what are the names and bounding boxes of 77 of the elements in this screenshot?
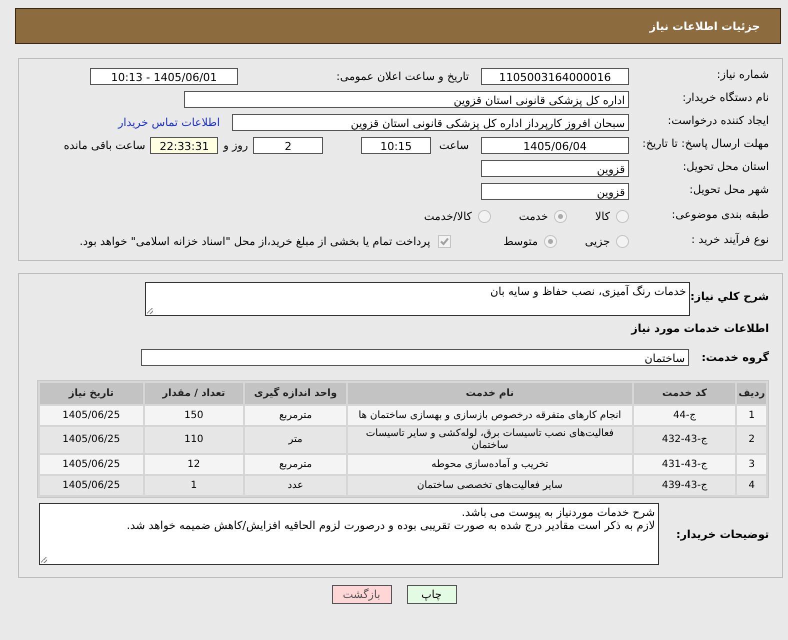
field-label: ایجاد کننده درخواست: (666, 113, 769, 127)
table-cell: 1405/06/25 (40, 455, 142, 474)
radio-button[interactable] (554, 210, 568, 223)
field-label: طبقه بندی موضوعی: (670, 207, 769, 221)
table-cell: 1405/06/25 (40, 476, 142, 495)
field-label: استان محل تحویل: (682, 159, 769, 173)
note-line: لازم به ذکر است مقادیر درج شده به صورت تقریبی بوده و درصورت لزوم الحاقیه افزایش/کاهش ضمیمه خواهد شد. (126, 519, 655, 532)
page-title: جزئیات اطلاعات نیاز (650, 20, 760, 32)
field-label: گروه خدمت: (700, 351, 769, 364)
table-cell: ج-44 (634, 406, 736, 425)
table-cell: تخریب و آماده‌سازی محوطه (348, 455, 632, 474)
table-cell: سایر فعالیت‌های تخصصی ساختمان (348, 476, 632, 495)
table-cell: مترمربع (245, 455, 346, 474)
option-label: کالا (595, 210, 610, 223)
city-field[interactable]: قزوین (481, 183, 629, 200)
option-label: خدمت (518, 210, 548, 223)
table-cell: مترمربع (245, 406, 346, 425)
field-label: توضیحات خریدار: (676, 528, 769, 540)
table-cell: ج-43-432 (634, 427, 736, 453)
province-field[interactable]: قزوین (481, 160, 629, 177)
table-cell: عدد (245, 476, 346, 495)
payment-note: پرداخت تمام یا بخشی از مبلغ خرید،از محل "اسناد خزانه اسلامی" خواهد بود. (80, 235, 430, 248)
option-label: کالا/خدمت (424, 210, 472, 223)
deadline-time-field[interactable]: 10:15 (361, 137, 432, 154)
time-label: ساعت (439, 139, 469, 152)
field-label: شرح کلي نياز: (690, 290, 769, 303)
days-label: روز و (223, 139, 248, 152)
radio-button[interactable] (616, 235, 629, 248)
contact-link[interactable]: اطلاعات تماس خریدار (118, 116, 220, 129)
table-cell: انجام کارهای متفرقه درخصوص بازسازی و بهسازی ساختمان ها (348, 406, 632, 425)
table-cell: 3 (737, 455, 766, 474)
table-cell: ج-43-431 (634, 455, 736, 474)
radio-button[interactable] (478, 210, 491, 223)
column-header: کد خدمت (634, 383, 736, 404)
field-label: شماره نیاز: (716, 67, 769, 81)
radio-button[interactable] (616, 210, 629, 223)
table-cell: 1 (737, 406, 766, 425)
column-header: ردیف (737, 383, 766, 404)
remaining-time-field[interactable]: 22:33:31 (150, 137, 218, 154)
column-header: تعداد / مقدار (144, 383, 244, 404)
remaining-label: ساعت باقی مانده (64, 139, 146, 152)
field-label: مهلت ارسال پاسخ: تا تاریخ: (641, 136, 769, 150)
column-header: تاریخ نیاز (40, 383, 142, 404)
print-button[interactable]: چاپ (406, 585, 456, 604)
description-box[interactable]: خدمات رنگ آمیزی، نصب حفاظ و سایه بان (145, 282, 690, 316)
field-label: نام دستگاه خریدار: (681, 90, 769, 104)
radio-button[interactable] (544, 235, 557, 248)
table-cell: متر (245, 427, 346, 453)
table-cell: 150 (144, 406, 244, 425)
column-header: واحد اندازه گیری (245, 383, 346, 404)
table-cell: 110 (144, 427, 244, 453)
field-label: شهر محل تحویل: (688, 182, 769, 196)
need-number-field[interactable]: 1105003164000016 (481, 68, 629, 85)
note-line: شرح خدمات موردنیاز به پیوست می باشد. (460, 506, 655, 519)
table-cell: 12 (144, 455, 244, 474)
option-label: جزیی (584, 235, 610, 248)
checkbox[interactable] (438, 235, 452, 248)
requester-field[interactable]: سبحان افروز کارپرداز اداره کل پزشکی قانونی استان قزوین (232, 114, 629, 131)
buyer-org-field[interactable]: اداره کل پزشکی قانونی استان قزوین (184, 91, 629, 108)
field-label: تاریخ و ساعت اعلان عمومی: (335, 70, 469, 83)
table-cell: فعالیت‌های نصب تاسیسات برق، لوله‌کشی و سایر تاسیسات ساختمان (348, 427, 632, 453)
back-button[interactable]: بازگشت (332, 585, 392, 604)
table-cell: ج-43-439 (634, 476, 736, 495)
table-cell: 1405/06/25 (40, 406, 142, 425)
deadline-date-field[interactable]: 1405/06/04 (481, 137, 629, 154)
field-label: نوع فرآیند خرید : (690, 232, 769, 246)
table-cell: 4 (737, 476, 766, 495)
option-label: متوسط (503, 235, 538, 248)
table-cell: 1 (144, 476, 244, 495)
table-cell: 2 (737, 427, 766, 453)
section-title: اطلاعات خدمات مورد نیاز (630, 322, 769, 335)
buyer-notes-box[interactable]: شرح خدمات موردنیاز به پیوست می باشد. لازم به ذکر است مقادیر درج شده به صورت تقریبی بوده و درصورت لزوم الحاقیه افزایش/کاهش ضمیمه خواهد شد. (39, 503, 659, 565)
column-header: نام خدمت (348, 383, 632, 404)
days-field[interactable]: 2 (253, 137, 324, 154)
announce-date-field[interactable]: 1405/06/01 - 10:13 (90, 68, 238, 85)
service-group-field[interactable]: ساختمان (141, 349, 689, 366)
table-cell: 1405/06/25 (40, 427, 142, 453)
